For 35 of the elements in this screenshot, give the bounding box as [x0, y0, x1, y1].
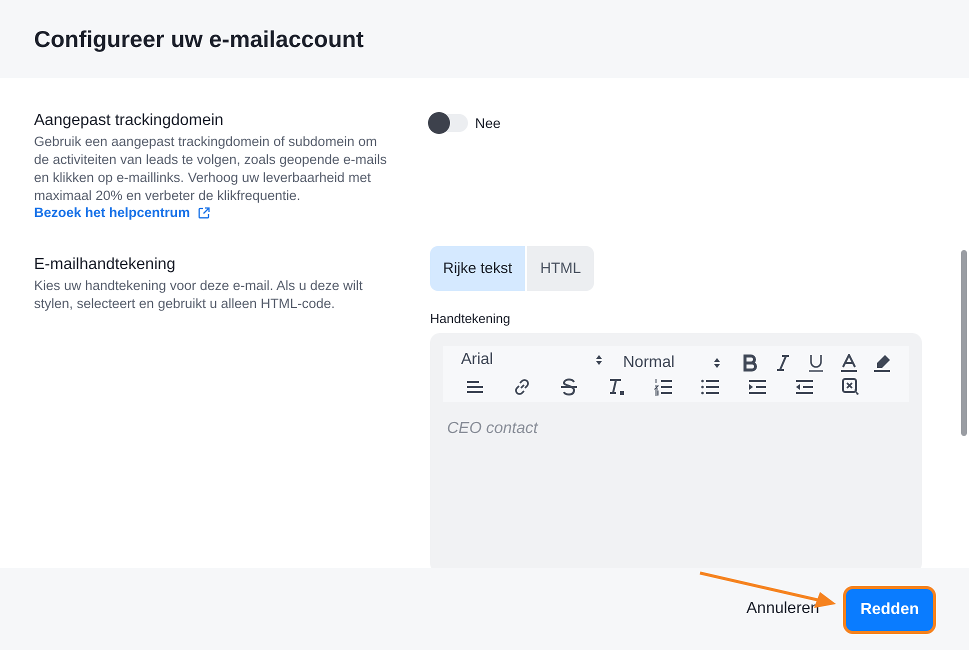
numbered-list-icon[interactable] [654, 378, 672, 396]
external-link-icon [198, 206, 210, 218]
editor-mode-tab[interactable]: Rijke tekst [430, 246, 526, 291]
editor-mode-tab[interactable]: HTML [527, 246, 594, 291]
text-color-icon[interactable] [840, 354, 858, 372]
cancel-button[interactable]: Annuleren [746, 600, 820, 618]
section-title: Aangepast trackingdomein [34, 112, 224, 130]
bullet-list-icon[interactable] [701, 378, 719, 396]
save-button[interactable]: Redden [843, 586, 936, 634]
link-icon[interactable] [513, 378, 531, 396]
scrollbar[interactable] [961, 250, 967, 436]
underline-icon[interactable] [807, 354, 825, 372]
section-title: E-mailhandtekening [34, 256, 176, 274]
italic-icon[interactable] [774, 354, 792, 372]
align-left-icon[interactable] [466, 378, 484, 396]
image-icon[interactable] [842, 378, 860, 396]
section-description: Kies uw handtekening voor deze e-mail. Als u deze wilt stylen, selecteert en gebruikt u alleen HTML-code. [34, 277, 364, 313]
font-select[interactable]: Arial [461, 351, 603, 369]
bold-icon[interactable] [741, 354, 759, 372]
clear-format-icon[interactable] [607, 378, 625, 396]
help-center-link[interactable]: Bezoek het helpcentrum [34, 205, 190, 220]
window-title: Configureer uw e-mailaccount [34, 26, 364, 52]
caret-icon [595, 353, 603, 367]
toggle-switch[interactable] [430, 114, 468, 132]
highlighter-icon[interactable] [873, 354, 891, 372]
signature-editor[interactable]: Arial Normal CEO contact [430, 333, 922, 568]
outdent-icon[interactable] [795, 378, 813, 396]
caret-icon [713, 356, 721, 370]
strikethrough-icon[interactable] [560, 378, 578, 396]
field-label: Handtekening [430, 311, 512, 326]
editor-placeholder: CEO contact [447, 420, 540, 438]
toggle-label: Nee [475, 115, 501, 131]
indent-icon[interactable] [748, 378, 766, 396]
section-description: Gebruik een aangepast trackingdomein of subdomein om de activiteiten van leads te volgen, zoals geopende e-mails en klikken op e-maillinks. Verhoog uw leverbaarheid met maximaal 20% en verbeter de klikfrequentie. [34, 133, 388, 205]
size-select[interactable]: Normal [623, 354, 721, 372]
